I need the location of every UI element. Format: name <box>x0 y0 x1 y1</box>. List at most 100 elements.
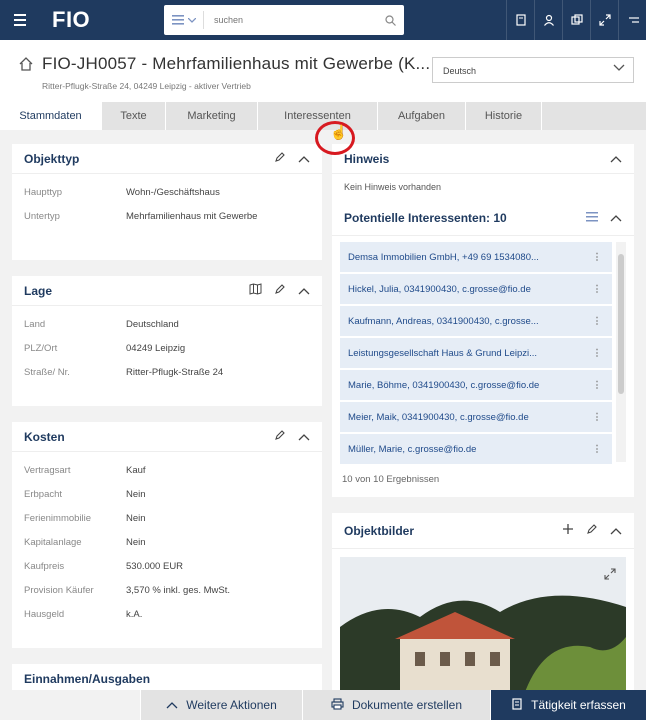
field-label: Land <box>24 318 46 330</box>
card-title: Potentielle Interessenten: 10 <box>344 210 507 225</box>
field-label: Untertyp <box>24 210 60 222</box>
field-value: k.A. <box>126 608 143 620</box>
list-item[interactable]: Marie, Böhme, 0341900430, c.grosse@fio.d… <box>340 370 612 400</box>
user-icon[interactable] <box>534 0 562 40</box>
notes-icon[interactable] <box>506 0 534 40</box>
list-icon <box>171 15 184 25</box>
top-bar: FIO <box>0 0 646 40</box>
chevron-down-icon <box>187 17 196 23</box>
edit-icon[interactable] <box>586 522 598 540</box>
log-activity-label: Tätigkeit erfassen <box>531 698 626 712</box>
hand-cursor-icon: ☝ <box>330 124 348 140</box>
more-options-icon[interactable]: ⋮ <box>582 412 612 423</box>
list-item-label: Kaufmann, Andreas, 0341900430, c.grosse.… <box>348 315 539 327</box>
field-value: Nein <box>126 488 146 500</box>
page-title: FIO-JH0057 - Mehrfamilienhaus mit Gewerb… <box>42 54 431 73</box>
field-value: Nein <box>126 512 146 524</box>
field-row: Land Deutschland <box>24 312 310 336</box>
card-interessenten: Potentielle Interessenten: 10 Demsa Immo… <box>332 200 634 497</box>
search-box <box>164 5 404 35</box>
copy-icon[interactable] <box>562 0 590 40</box>
field-label: Vertragsart <box>24 464 71 476</box>
field-value: Kauf <box>126 464 146 476</box>
more-options-icon[interactable]: ⋮ <box>582 444 612 455</box>
language-select[interactable]: Deutsch <box>432 57 634 83</box>
interessenten-list: Demsa Immobilien GmbH, +49 69 1534080...… <box>340 242 626 464</box>
tab-historie[interactable]: Historie <box>466 102 542 130</box>
more-options-icon[interactable]: ⋮ <box>582 380 612 391</box>
fullscreen-icon[interactable] <box>590 0 618 40</box>
tab-aufgaben[interactable]: Aufgaben <box>378 102 466 130</box>
edit-icon[interactable] <box>274 428 286 446</box>
app-logo[interactable]: FIO <box>52 7 152 33</box>
chevron-up-icon[interactable] <box>298 150 310 168</box>
card-hinweis: Hinweis Kein Hinweis vorhanden <box>332 144 634 200</box>
scrollbar-thumb[interactable] <box>618 254 624 394</box>
search-input[interactable] <box>204 15 376 25</box>
field-row: Haupttyp Wohn-/Geschäftshaus <box>24 180 310 204</box>
hint-text: Kein Hinweis vorhanden <box>344 182 442 192</box>
field-row: Erbpacht Nein <box>24 482 310 506</box>
map-icon[interactable] <box>249 282 262 300</box>
field-row: Provision Käufer 3,570 % inkl. ges. MwSt. <box>24 578 310 602</box>
chevron-up-icon[interactable] <box>298 428 310 446</box>
card-lage: Lage Land Deutschland PLZ/Ort 04249 Leipzi… <box>12 276 322 406</box>
list-item-label: Meier, Maik, 0341900430, c.grosse@fio.de <box>348 411 529 423</box>
card-title: Kosten <box>24 429 65 444</box>
add-icon[interactable] <box>562 522 574 540</box>
chevron-up-icon[interactable] <box>298 282 310 300</box>
more-options-icon[interactable]: ⋮ <box>582 252 612 263</box>
field-value: Ritter-Pflugk-Straße 24 <box>126 366 224 378</box>
list-icon[interactable] <box>586 209 598 227</box>
search-filter-dropdown[interactable] <box>164 11 204 29</box>
field-value: Mehrfamilienhaus mit Gewerbe <box>126 210 258 222</box>
field-label: Hausgeld <box>24 608 65 620</box>
log-activity-button[interactable]: Tätigkeit erfassen <box>490 690 646 720</box>
more-options-icon[interactable]: ⋮ <box>582 316 612 327</box>
bottom-action-bar: Weitere Aktionen Dokumente erstellen Tät… <box>0 690 646 720</box>
list-item[interactable]: Meier, Maik, 0341900430, c.grosse@fio.de… <box>340 402 612 432</box>
list-item[interactable]: Leistungsgesellschaft Haus & Grund Leipz… <box>340 338 612 368</box>
field-label: PLZ/Ort <box>24 342 58 354</box>
field-label: Haupttyp <box>24 186 63 198</box>
field-label: Straße/ Nr. <box>24 366 70 378</box>
more-options-icon[interactable]: ⋮ <box>582 348 612 359</box>
home-icon[interactable] <box>18 56 34 72</box>
field-value: 3,570 % inkl. ges. MwSt. <box>126 584 231 596</box>
more-actions-button[interactable]: Weitere Aktionen <box>140 690 302 720</box>
list-item-label: Hickel, Julia, 0341900430, c.grosse@fio.… <box>348 283 531 295</box>
tab-marketing[interactable]: Marketing <box>166 102 258 130</box>
expand-icon[interactable] <box>604 567 616 585</box>
list-item[interactable]: Hickel, Julia, 0341900430, c.grosse@fio.… <box>340 274 612 304</box>
menu-icon[interactable] <box>0 0 40 40</box>
list-item[interactable]: Kaufmann, Andreas, 0341900430, c.grosse.… <box>340 306 612 336</box>
field-row: Kapitalanlage Nein <box>24 530 310 554</box>
more-options-icon[interactable]: ⋮ <box>582 284 612 295</box>
field-label: Kapitalanlage <box>24 536 82 548</box>
field-row: Straße/ Nr. Ritter-Pflugk-Straße 24 <box>24 360 310 384</box>
field-row: Untertyp Mehrfamilienhaus mit Gewerbe <box>24 204 310 228</box>
search-icon[interactable] <box>376 14 404 26</box>
card-objektbilder: Objektbilder <box>332 513 634 690</box>
edit-icon[interactable] <box>274 282 286 300</box>
tab-interessenten[interactable]: Interessenten <box>258 102 378 130</box>
field-value: Wohn-/Geschäftshaus <box>126 186 220 198</box>
menu-lines-icon[interactable] <box>618 0 646 40</box>
tab-texte[interactable]: Texte <box>102 102 166 130</box>
page-subtitle: Ritter-Pflugk-Straße 24, 04249 Leipzig -… <box>42 81 251 91</box>
chevron-up-icon[interactable] <box>610 522 622 540</box>
field-value: 530.000 EUR <box>126 560 184 572</box>
list-item-label: Müller, Marie, c.grosse@fio.de <box>348 443 477 455</box>
printer-icon <box>331 697 344 713</box>
list-scrollbar[interactable] <box>616 242 626 462</box>
list-item[interactable]: Müller, Marie, c.grosse@fio.de ⋮ <box>340 434 612 464</box>
card-title: Objekttyp <box>24 151 80 166</box>
tab-stammdaten[interactable]: Stammdaten <box>0 102 102 130</box>
list-item[interactable]: Demsa Immobilien GmbH, +49 69 1534080...… <box>340 242 612 272</box>
chevron-up-icon[interactable] <box>610 150 622 168</box>
edit-icon[interactable] <box>274 150 286 168</box>
house-photo <box>340 557 626 690</box>
property-image[interactable] <box>340 557 626 690</box>
create-documents-button[interactable]: Dokumente erstellen <box>302 690 490 720</box>
chevron-up-icon[interactable] <box>610 209 622 227</box>
